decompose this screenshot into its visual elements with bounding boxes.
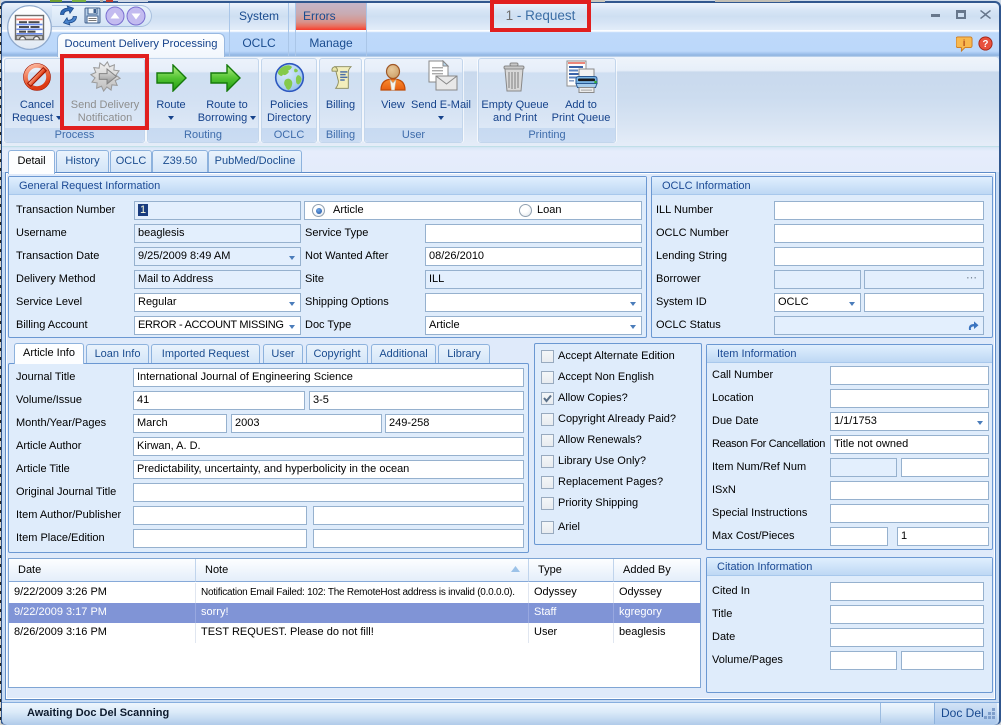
svg-text:i: i: [963, 38, 965, 48]
svg-text:?: ?: [983, 39, 989, 50]
